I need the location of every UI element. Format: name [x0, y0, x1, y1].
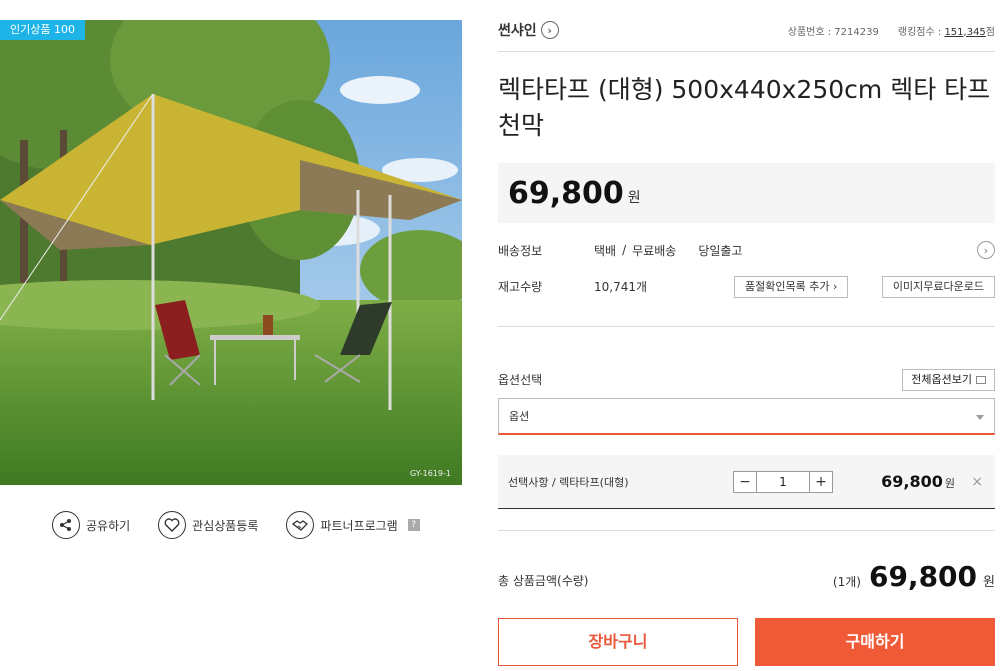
- partner-program-button[interactable]: 파트너프로그램 ?: [286, 511, 420, 539]
- help-icon[interactable]: ?: [407, 519, 420, 531]
- total-currency: 원: [983, 575, 995, 590]
- buy-now-button[interactable]: 구매하기: [755, 618, 995, 666]
- total-price: 69,800: [868, 560, 978, 593]
- quantity-stepper: − 1 +: [733, 470, 833, 493]
- product-price: 69,800: [508, 175, 624, 211]
- total-quantity: (1개): [832, 575, 861, 589]
- chevron-right-icon[interactable]: ›: [977, 241, 995, 259]
- selected-price-currency: 원: [944, 477, 955, 490]
- popular-badge: 인기상품 100: [0, 20, 85, 40]
- add-soldout-check-button[interactable]: 품절확인목록 추가 ›: [734, 276, 849, 298]
- list-icon: [976, 376, 986, 384]
- image-watermark: GY-1619-1: [410, 469, 451, 478]
- shipping-release: 당일출고: [698, 243, 743, 258]
- share-button[interactable]: 공유하기: [52, 511, 130, 539]
- price-box: 69,800 원: [498, 163, 995, 223]
- brand-name: 썬샤인: [498, 23, 537, 39]
- price-currency: 원: [627, 190, 641, 206]
- share-icon: [52, 511, 80, 539]
- share-label: 공유하기: [86, 518, 131, 533]
- wishlist-button[interactable]: 관심상품등록: [158, 511, 258, 539]
- shipping-info-row: 배송정보 택배 / 무료배송 당일출고 ›: [498, 238, 995, 262]
- shipping-method: 택배: [594, 243, 617, 258]
- separator: /: [622, 243, 627, 257]
- tarp-photo: [0, 20, 462, 485]
- view-all-options-label: 전체옵션보기: [911, 373, 972, 386]
- divider: [498, 530, 995, 531]
- shipping-label: 배송정보: [498, 243, 543, 258]
- chevron-right-icon: ›: [540, 21, 559, 39]
- quantity-input[interactable]: 1: [756, 471, 810, 492]
- handshake-icon: [286, 511, 315, 539]
- selected-option-price: 69,800 원: [881, 472, 955, 491]
- selected-option-label: 선택사항 / 렉타타프(대형): [508, 475, 629, 489]
- total-amount: (1개) 69,800 원: [833, 560, 995, 593]
- product-meta: 상품번호 : 7214239 랭킹점수 : 151,345점: [788, 23, 995, 38]
- selected-price-value: 69,800: [881, 472, 943, 491]
- product-title: 렉타타프 (대형) 500x440x250cm 렉타 타프 천막: [498, 75, 991, 140]
- wishlist-label: 관심상품등록: [192, 518, 259, 533]
- chevron-right-icon: ›: [832, 280, 838, 293]
- option-select-value: 옵션: [509, 410, 530, 423]
- divider: [498, 51, 995, 52]
- partner-label: 파트너프로그램: [320, 518, 398, 533]
- image-actions: 공유하기 관심상품등록 파트너프로그램 ?: [52, 511, 448, 539]
- product-meta-line: 썬샤인 › 상품번호 : 7214239 랭킹점수 : 151,345점: [498, 18, 995, 42]
- product-number: 상품번호 : 7214239: [787, 26, 879, 38]
- shipping-fee: 무료배송: [632, 243, 677, 258]
- ranking-score[interactable]: 151,345: [944, 27, 985, 38]
- total-label: 총 상품금액(수량): [498, 574, 589, 588]
- selected-option-row: 선택사항 / 렉타타프(대형) − 1 + 69,800 원 ×: [498, 455, 995, 509]
- view-all-options-button[interactable]: 전체옵션보기: [902, 369, 995, 391]
- option-select[interactable]: 옵션: [498, 398, 995, 435]
- decrease-quantity-button[interactable]: −: [734, 472, 756, 492]
- add-soldout-check-label: 품절확인목록 추가: [745, 280, 830, 293]
- stock-value: 10,741개: [594, 279, 648, 294]
- increase-quantity-button[interactable]: +: [810, 472, 832, 492]
- chevron-down-icon: [976, 415, 984, 420]
- ranking-label: 랭킹점수 :: [897, 26, 945, 38]
- option-label: 옵션선택: [498, 373, 543, 387]
- heart-icon: [158, 511, 187, 539]
- ranking-unit: 점: [985, 26, 995, 38]
- stock-label: 재고수량: [498, 279, 543, 294]
- divider: [498, 326, 995, 327]
- free-image-download-button[interactable]: 이미지무료다운로드: [881, 276, 995, 298]
- brand-link[interactable]: 썬샤인 ›: [498, 20, 559, 40]
- close-icon[interactable]: ×: [971, 474, 983, 490]
- product-image: [0, 20, 462, 485]
- add-to-cart-button[interactable]: 장바구니: [498, 618, 738, 666]
